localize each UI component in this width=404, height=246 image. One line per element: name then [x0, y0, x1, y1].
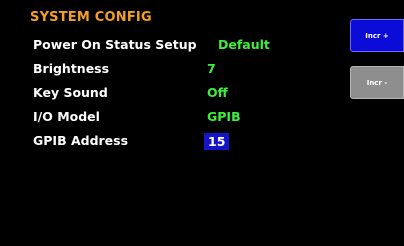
setting-label: GPIB Address: [33, 133, 129, 148]
setting-value-selected[interactable]: 15: [204, 133, 230, 150]
setting-value[interactable]: Off: [207, 85, 228, 100]
setting-value[interactable]: 7: [207, 61, 216, 76]
setting-value[interactable]: GPIB: [207, 109, 241, 124]
setting-value[interactable]: Default: [218, 37, 270, 52]
setting-label: Brightness: [33, 61, 110, 76]
setting-label: Key Sound: [33, 85, 108, 100]
setting-label: I/O Model: [33, 109, 100, 124]
setting-label: Power On Status Setup: [33, 37, 197, 52]
page-title: SYSTEM CONFIG: [30, 10, 152, 25]
incr-plus-button[interactable]: Incr +: [350, 19, 404, 52]
incr-minus-button[interactable]: Incr -: [350, 66, 404, 99]
